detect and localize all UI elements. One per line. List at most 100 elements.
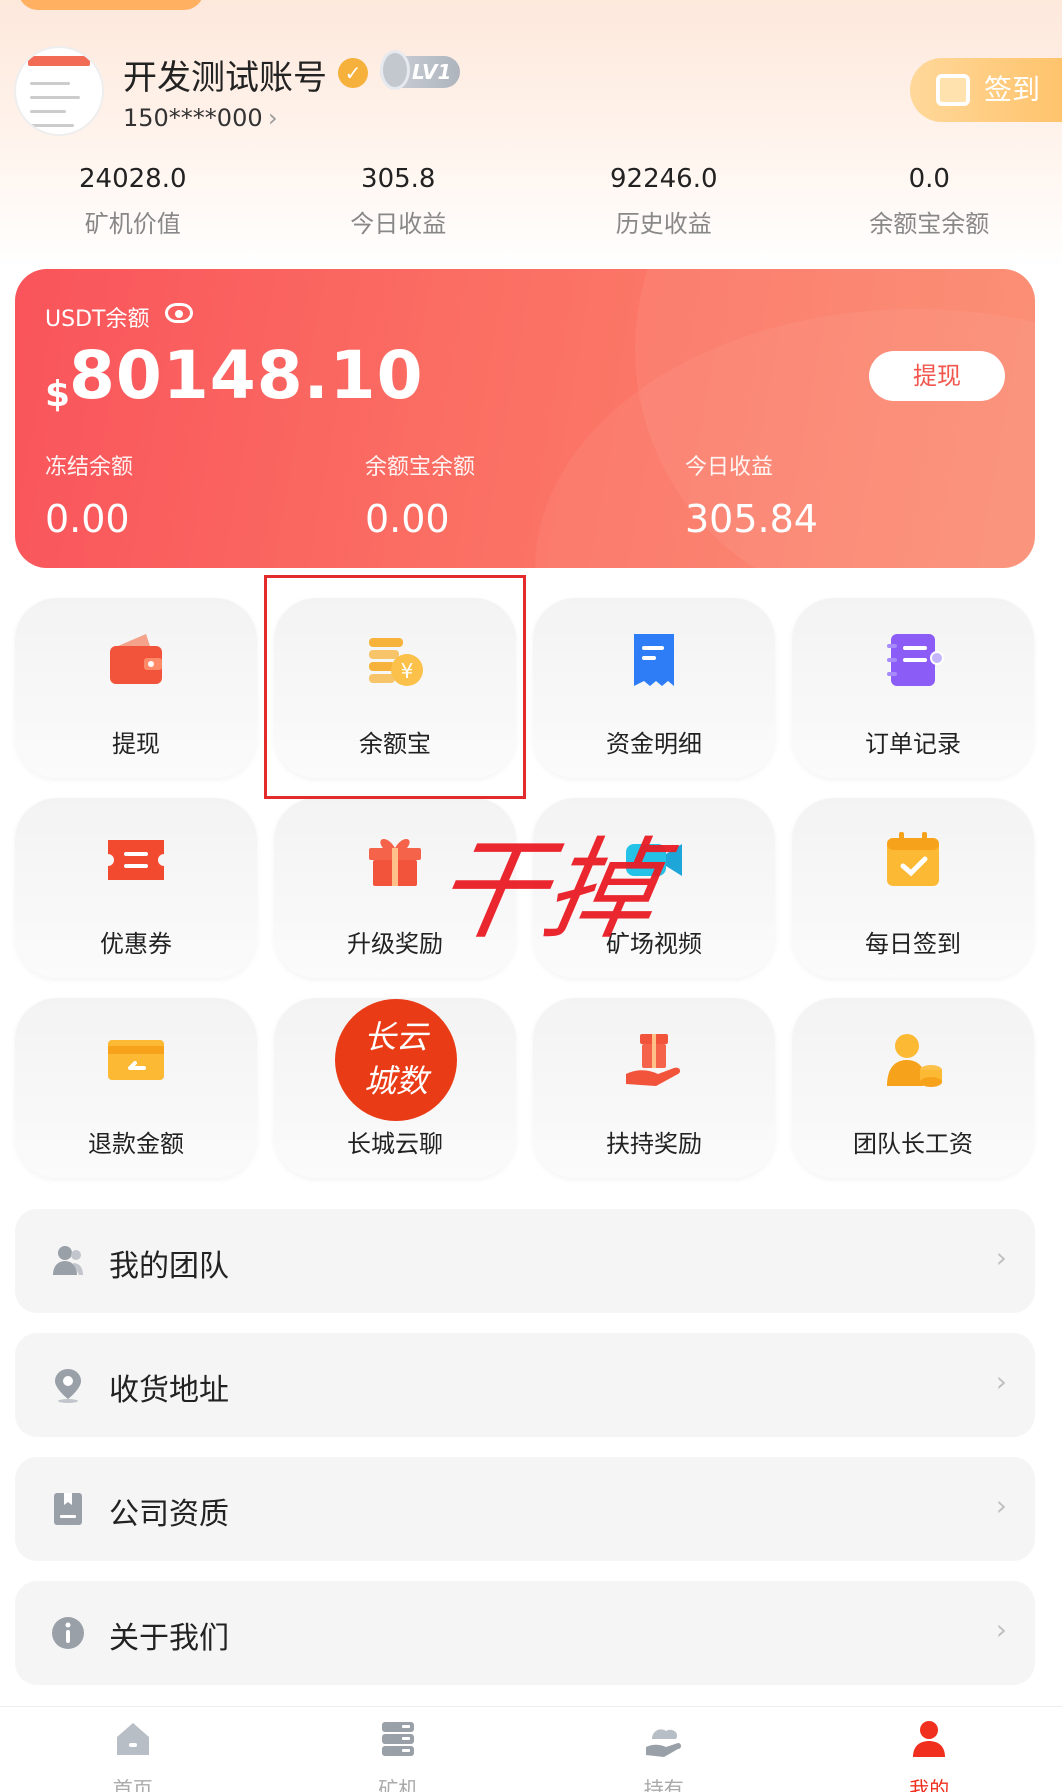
- stat-item: 0.0 余额宝余额: [797, 164, 1062, 239]
- grid-item-label: 退款金额: [88, 1130, 184, 1158]
- chevron-right-icon: ›: [995, 1365, 1007, 1398]
- grid-item-leader-salary[interactable]: 团队长工资: [792, 998, 1034, 1178]
- menu-label: 公司资质: [109, 1497, 229, 1532]
- team-icon: [53, 1246, 83, 1275]
- checkin-button[interactable]: 签到: [910, 58, 1062, 122]
- stat-item: 92246.0 历史收益: [531, 164, 797, 239]
- tab-holdings[interactable]: 持有: [531, 1707, 797, 1792]
- grid-item-label: 资金明细: [606, 730, 702, 758]
- stat-label: 矿机价值: [84, 210, 181, 238]
- verified-badge-icon: ✓: [338, 58, 368, 88]
- avatar[interactable]: [14, 46, 104, 136]
- sub-value: 0.00: [365, 497, 450, 541]
- frozen-balance: 冻结余额 0.00: [45, 449, 365, 541]
- tab-mine[interactable]: 我的: [797, 1707, 1062, 1792]
- tab-label: 持有: [643, 1777, 684, 1792]
- annotation-overlay-text: 干掉: [424, 826, 668, 954]
- coupon-icon: [108, 840, 164, 880]
- grid-item-daily-checkin[interactable]: 每日签到: [792, 798, 1034, 978]
- stat-value: 92246.0: [609, 164, 718, 194]
- stat-value: 305.8: [361, 164, 436, 194]
- location-icon: [55, 1369, 81, 1403]
- yuebao-balance: 余额宝余额 0.00: [365, 449, 685, 541]
- grid-item-label: 每日签到: [865, 930, 961, 958]
- refund-card-icon: [108, 1040, 164, 1080]
- menu-label: 收货地址: [109, 1373, 229, 1408]
- sub-value: 305.84: [685, 497, 818, 541]
- medal-icon: [380, 50, 410, 90]
- eye-icon[interactable]: [165, 303, 193, 323]
- grid-item-support-reward[interactable]: 扶持奖励: [533, 998, 775, 1178]
- tab-miners[interactable]: 矿机: [266, 1707, 532, 1792]
- stat-label: 余额宝余额: [869, 210, 990, 238]
- checkin-label: 签到: [984, 73, 1041, 106]
- stats-row: 24028.0 矿机价值 305.8 今日收益 92246.0 历史收益 0.0…: [0, 164, 1062, 239]
- gift-icon: [369, 838, 421, 886]
- today-income: 今日收益 305.84: [685, 449, 1005, 541]
- balance-card: USDT余额 $ 80148.10 提现 冻结余额 0.00 余额宝余额 0.0…: [15, 269, 1035, 568]
- menu-item-company-qualification[interactable]: 公司资质 ›: [15, 1457, 1035, 1561]
- wallet-icon: [110, 634, 162, 684]
- calendar-check-icon: [887, 832, 939, 886]
- certificate-icon: [54, 1493, 82, 1525]
- stat-value: 24028.0: [78, 164, 187, 194]
- annotation-highlight-box: [264, 575, 526, 799]
- grid-item-label: 订单记录: [865, 730, 961, 758]
- home-icon: [116, 1723, 149, 1755]
- order-list-icon: [887, 634, 944, 686]
- usdt-balance-amount: 80148.10: [69, 337, 424, 414]
- grid-item-label: 提现: [112, 730, 160, 758]
- grid-item-label: 优惠券: [100, 930, 172, 958]
- grid-item-coupons[interactable]: 优惠券: [15, 798, 257, 978]
- tab-label: 矿机: [378, 1777, 419, 1792]
- phone-number[interactable]: 150****000: [123, 104, 263, 132]
- tab-home[interactable]: 首页: [0, 1707, 266, 1792]
- menu-item-about-us[interactable]: 关于我们 ›: [15, 1581, 1035, 1685]
- chevron-right-icon: ›: [995, 1613, 1007, 1646]
- usdt-balance-label: USDT余额: [45, 307, 150, 332]
- calendar-icon: [936, 74, 970, 106]
- sub-label: 今日收益: [685, 455, 774, 480]
- server-icon: [382, 1722, 415, 1756]
- grid-item-label: 团队长工资: [853, 1130, 973, 1158]
- receipt-icon: [634, 634, 674, 686]
- tab-label: 首页: [112, 1777, 153, 1792]
- seal-text-bottom: 城数: [363, 1062, 428, 1100]
- balance-sub-row: 冻结余额 0.00 余额宝余额 0.00 今日收益 305.84: [45, 449, 1025, 541]
- leader-salary-icon: [887, 1034, 942, 1087]
- currency-symbol: $: [45, 374, 71, 415]
- menu-label: 关于我们: [109, 1621, 229, 1656]
- chevron-right-icon: ›: [995, 1489, 1007, 1522]
- sub-value: 0.00: [45, 497, 130, 541]
- stat-item: 24028.0 矿机价值: [0, 164, 266, 239]
- top-status-pill: [18, 0, 204, 10]
- chevron-right-icon[interactable]: ›: [268, 104, 278, 132]
- chevron-right-icon: ›: [995, 1241, 1007, 1274]
- stat-value: 0.0: [908, 164, 950, 194]
- grid-item-refund-amount[interactable]: 退款金额: [15, 998, 257, 1178]
- holding-icon: [645, 1729, 681, 1757]
- grid-item-withdraw[interactable]: 提现: [15, 598, 257, 778]
- menu-item-my-team[interactable]: 我的团队 ›: [15, 1209, 1035, 1313]
- grid-item-label: 扶持奖励: [606, 1130, 702, 1158]
- bottom-tab-bar: 首页 矿机 持有 我的: [0, 1706, 1062, 1792]
- stat-label: 历史收益: [615, 210, 712, 238]
- withdraw-button[interactable]: 提现: [869, 351, 1005, 401]
- level-badge: LV1: [380, 50, 460, 90]
- user-icon: [913, 1721, 946, 1757]
- seal-text-top: 长云: [363, 1018, 428, 1056]
- menu-label: 我的团队: [109, 1249, 229, 1284]
- sub-label: 冻结余额: [45, 455, 134, 480]
- grid-item-fund-details[interactable]: 资金明细: [533, 598, 775, 778]
- stat-label: 今日收益: [350, 210, 447, 238]
- sub-label: 余额宝余额: [365, 455, 476, 480]
- grid-item-label: 长城云聊: [347, 1130, 443, 1158]
- stat-item: 305.8 今日收益: [266, 164, 532, 239]
- menu-item-shipping-address[interactable]: 收货地址 ›: [15, 1333, 1035, 1437]
- support-gift-icon: [626, 1034, 681, 1086]
- info-icon: [52, 1617, 84, 1649]
- tab-label: 我的: [909, 1777, 950, 1792]
- level-label: LV1: [412, 60, 452, 84]
- grid-item-order-records[interactable]: 订单记录: [792, 598, 1034, 778]
- chat-seal-icon: 长云 城数: [335, 999, 457, 1121]
